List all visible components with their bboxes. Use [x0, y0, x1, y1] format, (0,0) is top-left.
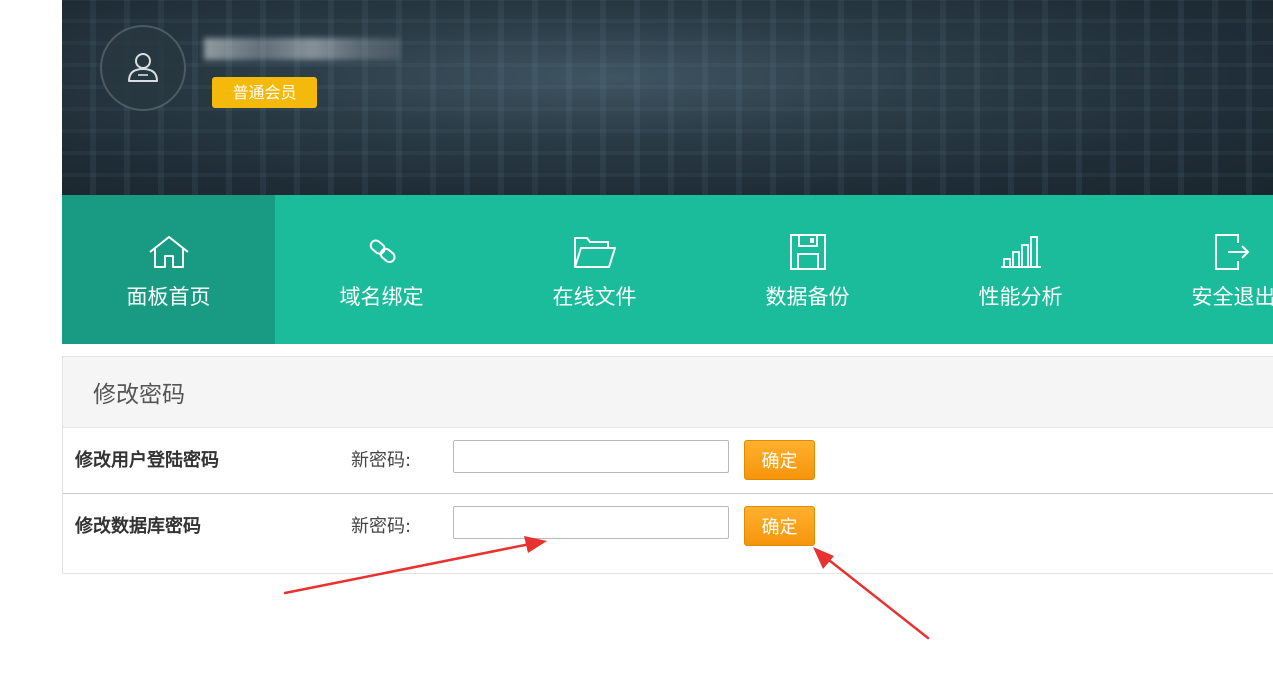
nav-item-performance[interactable]: 性能分析: [914, 195, 1127, 344]
nav-label: 安全退出: [1191, 285, 1273, 309]
folder-icon: [573, 237, 616, 268]
bar-chart-icon: [1000, 236, 1041, 268]
header-banner: 普通会员: [62, 0, 1273, 195]
panel-title: 修改密码: [63, 357, 1273, 428]
nav-item-dashboard[interactable]: 面板首页: [62, 195, 275, 344]
confirm-login-password-button[interactable]: 确定: [744, 440, 815, 480]
username-blurred: [204, 38, 400, 60]
logout-icon: [1214, 234, 1249, 270]
login-password-input[interactable]: [453, 440, 729, 473]
field-label: 新密码:: [351, 516, 412, 537]
confirm-database-password-button[interactable]: 确定: [744, 506, 815, 546]
form-row-database-password: 修改数据库密码 新密码: 确定: [63, 494, 1273, 559]
nav-item-domain-binding[interactable]: 域名绑定: [275, 195, 488, 344]
nav-label: 性能分析: [978, 285, 1063, 309]
nav-item-online-files[interactable]: 在线文件: [488, 195, 701, 344]
nav-label: 面板首页: [126, 285, 211, 309]
change-password-panel: 修改密码 修改用户登陆密码 新密码: 确定 修改数据库密码 新密码: 确定: [62, 356, 1273, 574]
database-password-input[interactable]: [453, 506, 729, 539]
nav-item-logout[interactable]: 安全退出: [1127, 195, 1273, 344]
nav-label: 在线文件: [552, 285, 637, 309]
form-row-login-password: 修改用户登陆密码 新密码: 确定: [63, 428, 1273, 494]
save-icon: [789, 234, 826, 270]
field-label: 新密码:: [351, 450, 412, 471]
row-title: 修改用户登陆密码: [75, 450, 219, 471]
home-icon: [148, 236, 189, 268]
row-title: 修改数据库密码: [75, 516, 201, 537]
page: 普通会员 面板首页 域名绑定 在线文件 数据备份 性能分析 安全退出 修改密码 …: [0, 0, 1273, 682]
user-icon: [128, 53, 158, 82]
nav-item-data-backup[interactable]: 数据备份: [701, 195, 914, 344]
main-nav: 面板首页 域名绑定 在线文件 数据备份 性能分析 安全退出: [62, 195, 1273, 344]
nav-label: 数据备份: [765, 285, 850, 309]
link-icon: [369, 239, 396, 264]
member-badge: 普通会员: [212, 77, 317, 108]
avatar[interactable]: [100, 25, 186, 111]
nav-label: 域名绑定: [339, 285, 424, 309]
